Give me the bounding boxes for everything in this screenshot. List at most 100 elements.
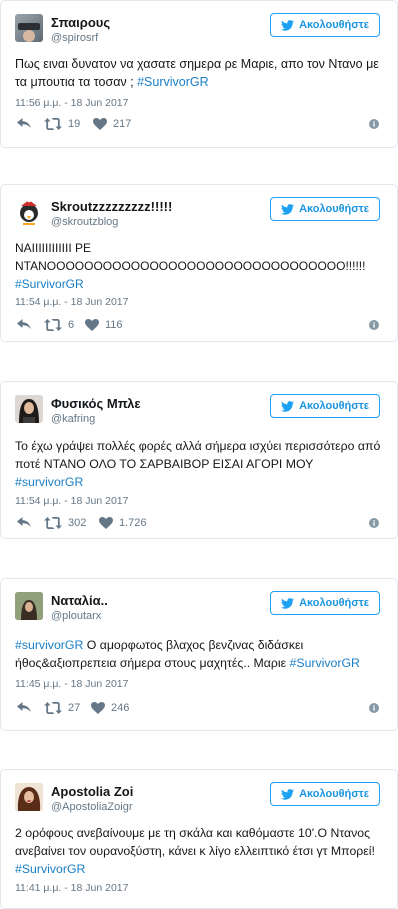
tweet-text: Πως ειναι δυνατον να χασατε σημερα ρε Μα… (15, 55, 381, 91)
follow-button[interactable]: Ακολουθήστε (270, 782, 380, 806)
like-button[interactable]: 1.726 (99, 517, 147, 529)
hashtag-link[interactable]: #SurvivorGR (15, 275, 381, 293)
heart-icon (93, 118, 107, 130)
reply-button[interactable] (17, 702, 31, 714)
follow-label: Ακολουθήστε (299, 203, 369, 215)
info-icon[interactable] (369, 119, 379, 129)
follow-label: Ακολουθήστε (299, 597, 369, 609)
tweet-card: Ναταλία.. @ploutarx Ακολουθήστε #survivo… (0, 578, 398, 731)
follow-label: Ακολουθήστε (299, 19, 369, 31)
reply-button[interactable] (17, 517, 31, 529)
retweet-count: 27 (68, 702, 81, 714)
avatar-image (19, 399, 39, 423)
twitter-bird-icon (281, 20, 294, 31)
like-button[interactable]: 116 (85, 319, 123, 331)
reply-icon (17, 118, 31, 130)
tweet-card: Σπαιρους @spirosrf Ακολουθήστε Πως ειναι… (0, 0, 398, 148)
user-name[interactable]: Skroutzzzzzzzzz!!!!! (51, 199, 172, 214)
avatar[interactable] (15, 14, 43, 42)
reply-icon (17, 702, 31, 714)
reply-icon (17, 517, 31, 529)
user-handle[interactable]: @skroutzblog (51, 216, 118, 228)
twitter-bird-icon (281, 401, 294, 412)
tweet-card: Apostolia Zoi @ApostoliaZoigr Ακολουθήστ… (0, 769, 398, 909)
user-name[interactable]: Σπαιρους (51, 15, 110, 30)
tweet-actions: 6 116 (17, 319, 381, 333)
tweet-text: Το έχω γράψει πολλές φορές αλλά σήμερα ι… (15, 437, 381, 491)
follow-button[interactable]: Ακολουθήστε (270, 13, 380, 37)
tweet-card: Skroutzzzzzzzzz!!!!! @skroutzblog Ακολου… (0, 184, 398, 342)
retweet-icon (44, 319, 62, 331)
reply-button[interactable] (17, 118, 31, 130)
tweet-timestamp[interactable]: 11:45 μ.μ. - 18 Jun 2017 (15, 678, 128, 690)
tweet-actions: 27 246 (17, 702, 381, 716)
tweet-text: ΝΑΙΙΙΙΙΙΙΙΙΙΙΙ ΡΕ ΝΤΑΝΟΟΟΟΟΟΟΟΟΟΟΟΟΟΟΟΟΟ… (15, 239, 381, 293)
tweet-body-line: ΝΑΙΙΙΙΙΙΙΙΙΙΙΙ ΡΕ (15, 241, 92, 255)
info-icon[interactable] (369, 703, 379, 713)
user-name[interactable]: Ναταλία.. (51, 593, 108, 608)
avatar-image (15, 592, 43, 620)
hashtag-link[interactable]: #SurvivorGR (137, 75, 209, 89)
tweet-timestamp[interactable]: 11:54 μ.μ. - 18 Jun 2017 (15, 495, 128, 507)
avatar[interactable] (15, 198, 43, 226)
tweet-card: Φυσικός Μπλε @kafring Ακολουθήστε Το έχω… (0, 381, 398, 539)
like-count: 217 (113, 118, 132, 130)
info-icon[interactable] (369, 320, 379, 330)
reply-button[interactable] (17, 319, 31, 331)
avatar[interactable] (15, 395, 43, 423)
like-count: 116 (105, 319, 123, 331)
retweet-count: 19 (68, 118, 81, 130)
twitter-bird-icon (281, 598, 294, 609)
user-name[interactable]: Apostolia Zoi (51, 784, 133, 799)
twitter-bird-icon (281, 204, 294, 215)
tweet-timestamp[interactable]: 11:41 μ.μ. - 18 Jun 2017 (15, 882, 128, 894)
reply-icon (17, 319, 31, 331)
tweet-timestamp[interactable]: 11:54 μ.μ. - 18 Jun 2017 (15, 296, 128, 308)
user-handle[interactable]: @ApostoliaZoigr (51, 801, 132, 813)
retweet-button[interactable]: 27 (44, 702, 80, 714)
hashtag-link[interactable]: #SurvivorGR (15, 862, 85, 876)
avatar[interactable] (15, 592, 43, 620)
user-handle[interactable]: @spirosrf (51, 32, 98, 44)
like-count: 246 (111, 702, 130, 714)
like-button[interactable]: 246 (91, 702, 129, 714)
twitter-bird-icon (281, 789, 294, 800)
follow-button[interactable]: Ακολουθήστε (270, 591, 380, 615)
like-button[interactable]: 217 (93, 118, 131, 130)
user-name[interactable]: Φυσικός Μπλε (51, 396, 141, 411)
retweet-icon (44, 702, 62, 714)
tweet-timestamp[interactable]: 11:56 μ.μ. - 18 Jun 2017 (15, 97, 128, 109)
follow-button[interactable]: Ακολουθήστε (270, 394, 380, 418)
hashtag-link[interactable]: #SurvivorGR (290, 656, 360, 670)
heart-icon (85, 319, 99, 331)
retweet-icon (44, 118, 62, 130)
user-handle[interactable]: @kafring (51, 413, 95, 425)
retweet-count: 6 (68, 319, 75, 331)
avatar-image (18, 23, 40, 42)
tweet-actions: 302 1.726 (17, 517, 381, 531)
avatar-image (15, 783, 43, 811)
retweet-count: 302 (68, 517, 87, 529)
tweet-body-line: ΝΤΑΝΟΟΟΟΟΟΟΟΟΟΟΟΟΟΟΟΟΟΟΟΟΟΟΟΟΟΟΟΟΟΟΟ!!!!… (15, 259, 366, 273)
avatar[interactable] (15, 783, 43, 811)
tweet-text: #survivorGR Ο αμορφωτος βλαχος βενζινας … (15, 636, 381, 672)
retweet-button[interactable]: 6 (44, 319, 74, 331)
follow-label: Ακολουθήστε (299, 400, 369, 412)
tweet-body: 2 ορόφους ανεβαίνουμε με τη σκάλα και κα… (15, 826, 375, 858)
user-handle[interactable]: @ploutarx (51, 610, 101, 622)
hashtag-link[interactable]: #survivorGR (15, 475, 83, 489)
heart-icon (91, 702, 105, 714)
follow-button[interactable]: Ακολουθήστε (270, 197, 380, 221)
retweet-icon (44, 517, 62, 529)
retweet-button[interactable]: 19 (44, 118, 80, 130)
tweet-text: 2 ορόφους ανεβαίνουμε με τη σκάλα και κα… (15, 824, 381, 878)
hashtag-link[interactable]: #survivorGR (15, 638, 83, 652)
tweet-body: Το έχω γράψει πολλές φορές αλλά σήμερα ι… (15, 439, 381, 471)
tweet-actions: 19 217 (17, 118, 381, 132)
retweet-button[interactable]: 302 (44, 517, 86, 529)
like-count: 1.726 (119, 517, 147, 529)
heart-icon (99, 517, 113, 529)
avatar-image (20, 198, 38, 225)
follow-label: Ακολουθήστε (299, 788, 369, 800)
info-icon[interactable] (369, 518, 379, 528)
